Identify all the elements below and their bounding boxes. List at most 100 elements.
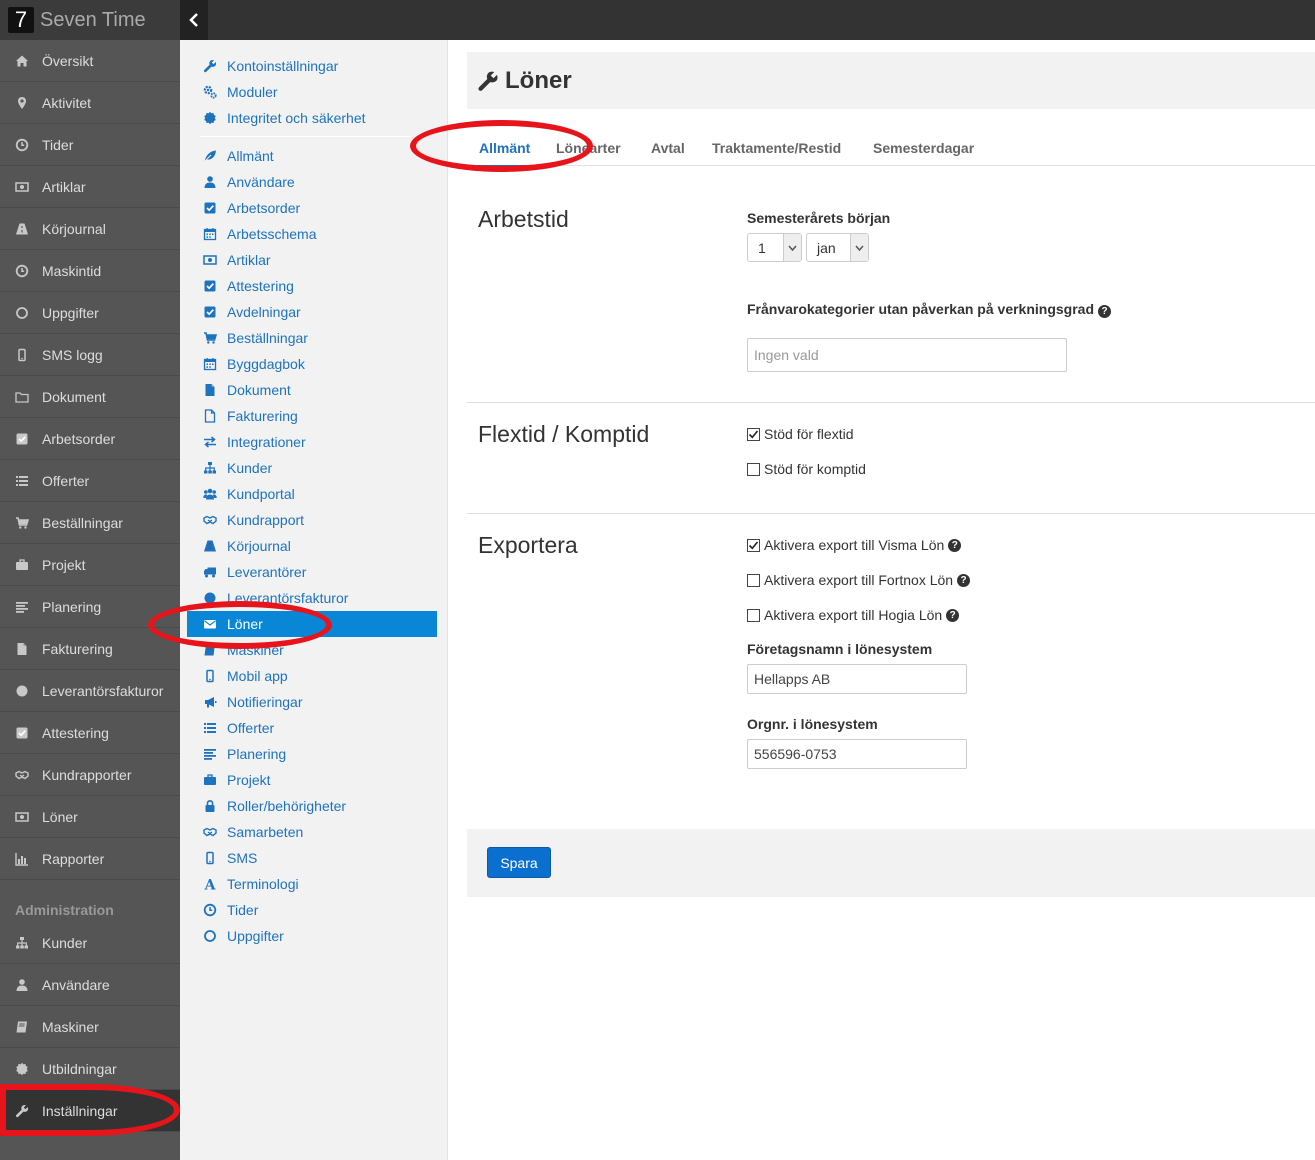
check-square-icon: [14, 431, 30, 447]
settings-item-planering[interactable]: Planering: [187, 741, 437, 767]
settings-item-label: Samarbeten: [227, 824, 304, 840]
sidebar-item-uppgifter[interactable]: Uppgifter: [0, 292, 180, 334]
komptid-option[interactable]: Stöd för komptid: [747, 460, 866, 478]
settings-item-leverantorsfakturor[interactable]: Leverantörsfakturor: [187, 585, 437, 611]
sidebar-item-arbetsorder[interactable]: Arbetsorder: [0, 418, 180, 460]
settings-sidebar: Kontoinställningar Moduler Integritet och …: [180, 40, 448, 1160]
settings-item-kontoinstallningar[interactable]: Kontoinställningar: [187, 53, 437, 79]
sidebar-item-artiklar[interactable]: Artiklar: [0, 166, 180, 208]
sidebar-item-installningar[interactable]: Inställningar: [0, 1090, 180, 1132]
franvaro-label-text: Frånvarokategorier utan påverkan på verk…: [747, 301, 1095, 317]
section-title-arbetstid: Arbetstid: [478, 206, 569, 232]
settings-item-offerter[interactable]: Offerter: [187, 715, 437, 741]
franvaro-select-input[interactable]: Ingen vald: [747, 338, 1067, 372]
sidebar-item-loner[interactable]: Löner: [0, 796, 180, 838]
visma-export-checkbox[interactable]: [747, 538, 760, 552]
sidebar-item-bestallningar[interactable]: Beställningar: [0, 502, 180, 544]
collapse-sidebar-button[interactable]: [180, 0, 208, 40]
sidebar-item-tider[interactable]: Tider: [0, 124, 180, 166]
tab-allmant[interactable]: Allmänt: [476, 140, 533, 167]
orgnr-input[interactable]: 556596-0753: [747, 739, 967, 769]
question-circle-icon[interactable]: ?: [948, 538, 962, 552]
sidebar-item-kundrapporter[interactable]: Kundrapporter: [0, 754, 180, 796]
sidebar-item-kunder[interactable]: Kunder: [0, 922, 180, 964]
settings-item-fakturering[interactable]: Fakturering: [187, 403, 437, 429]
sidebar-item-label: Leverantörsfakturor: [42, 682, 164, 699]
hogia-export-checkbox[interactable]: [747, 608, 760, 622]
sidebar-item-attestering[interactable]: Attestering: [0, 712, 180, 754]
settings-item-mobil-app[interactable]: Mobil app: [187, 663, 437, 689]
truck-icon: [202, 564, 218, 580]
settings-item-artiklar[interactable]: Artiklar: [187, 247, 437, 273]
sidebar-item-korjournal[interactable]: Körjournal: [0, 208, 180, 250]
question-circle-icon[interactable]: ?: [1098, 305, 1112, 318]
settings-item-samarbeten[interactable]: Samarbeten: [187, 819, 437, 845]
settings-item-kundrapport[interactable]: Kundrapport: [187, 507, 437, 533]
semester-month-select[interactable]: jan: [806, 233, 869, 262]
settings-item-arbetsorder[interactable]: Arbetsorder: [187, 195, 437, 221]
settings-item-integrationer[interactable]: Integrationer: [187, 429, 437, 455]
komptid-checkbox[interactable]: [747, 462, 760, 476]
tab-traktamente-restid[interactable]: Traktamente/Restid: [712, 140, 841, 156]
sidebar-item-anvandare[interactable]: Användare: [0, 964, 180, 1006]
settings-item-byggdagbok[interactable]: Byggdagbok: [187, 351, 437, 377]
tab-avtal[interactable]: Avtal: [651, 140, 685, 156]
flextid-checkbox[interactable]: [747, 427, 760, 441]
settings-item-kunder[interactable]: Kunder: [187, 455, 437, 481]
settings-item-sms[interactable]: SMS: [187, 845, 437, 871]
question-circle-icon[interactable]: ?: [957, 573, 971, 587]
settings-item-roller-behorigheter[interactable]: Roller/behörigheter: [187, 793, 437, 819]
settings-item-terminologi[interactable]: A Terminologi: [187, 871, 437, 897]
sidebar-item-maskiner[interactable]: Maskiner: [0, 1006, 180, 1048]
hogia-export-option[interactable]: Aktivera export till Hogia Lön?: [747, 606, 960, 624]
settings-item-arbetsschema[interactable]: Arbetsschema: [187, 221, 437, 247]
company-name-input[interactable]: Hellapps AB: [747, 664, 967, 694]
tab-lonearter[interactable]: Lönearter: [556, 140, 621, 156]
settings-item-avdelningar[interactable]: Avdelningar: [187, 299, 437, 325]
visma-export-option[interactable]: Aktivera export till Visma Lön?: [747, 536, 962, 554]
sidebar-item-aktivitet[interactable]: Aktivitet: [0, 82, 180, 124]
settings-item-integritet-och-sakerhet[interactable]: Integritet och säkerhet: [187, 105, 437, 131]
settings-item-projekt[interactable]: Projekt: [187, 767, 437, 793]
sidebar-item-sms-logg[interactable]: SMS logg: [0, 334, 180, 376]
settings-item-korjournal[interactable]: Körjournal: [187, 533, 437, 559]
fortnox-export-checkbox[interactable]: [747, 573, 760, 587]
sidebar-item-label: Inställningar: [42, 1102, 118, 1119]
sidebar-item-utbildningar[interactable]: Utbildningar: [0, 1048, 180, 1090]
sidebar-item-leverantorsfakturor[interactable]: Leverantörsfakturor: [0, 670, 180, 712]
sidebar-item-projekt[interactable]: Projekt: [0, 544, 180, 586]
settings-item-moduler[interactable]: Moduler: [187, 79, 437, 105]
flextid-option[interactable]: Stöd för flextid: [747, 425, 854, 443]
sidebar-item-fakturering[interactable]: Fakturering: [0, 628, 180, 670]
fortnox-export-option[interactable]: Aktivera export till Fortnox Lön?: [747, 571, 971, 589]
settings-item-maskiner[interactable]: Maskiner: [187, 637, 437, 663]
settings-item-attestering[interactable]: Attestering: [187, 273, 437, 299]
semester-start-label: Semesterårets början: [747, 210, 891, 226]
settings-item-anvandare[interactable]: Användare: [187, 169, 437, 195]
brand[interactable]: 7 Seven Time: [0, 0, 180, 40]
sidebar-item-offerter[interactable]: Offerter: [0, 460, 180, 502]
settings-item-allmant[interactable]: Allmänt: [187, 143, 437, 169]
file-outline-icon: [202, 408, 218, 424]
settings-item-notifieringar[interactable]: Notifieringar: [187, 689, 437, 715]
settings-item-kundportal[interactable]: Kundportal: [187, 481, 437, 507]
sidebar-item-oversikt[interactable]: Översikt: [0, 40, 180, 82]
semester-day-select[interactable]: 1: [747, 233, 802, 262]
settings-item-uppgifter[interactable]: Uppgifter: [187, 923, 437, 949]
settings-item-tider[interactable]: Tider: [187, 897, 437, 923]
settings-item-bestallningar[interactable]: Beställningar: [187, 325, 437, 351]
cart-icon: [14, 515, 30, 531]
sidebar-item-maskintid[interactable]: Maskintid: [0, 250, 180, 292]
top-bar: 7 Seven Time: [0, 0, 1315, 40]
settings-item-dokument[interactable]: Dokument: [187, 377, 437, 403]
question-circle-icon[interactable]: ?: [946, 608, 960, 622]
sidebar-item-rapporter[interactable]: Rapporter: [0, 838, 180, 880]
check-square-icon: [202, 278, 218, 294]
sidebar-item-dokument[interactable]: Dokument: [0, 376, 180, 418]
sidebar-item-planering[interactable]: Planering: [0, 586, 180, 628]
settings-item-leverantorer[interactable]: Leverantörer: [187, 559, 437, 585]
settings-item-loner[interactable]: Löner: [187, 611, 437, 637]
tab-semesterdagar[interactable]: Semesterdagar: [873, 140, 974, 156]
sidebar-item-label: Maskintid: [42, 262, 102, 279]
save-button[interactable]: Spara: [487, 847, 551, 878]
